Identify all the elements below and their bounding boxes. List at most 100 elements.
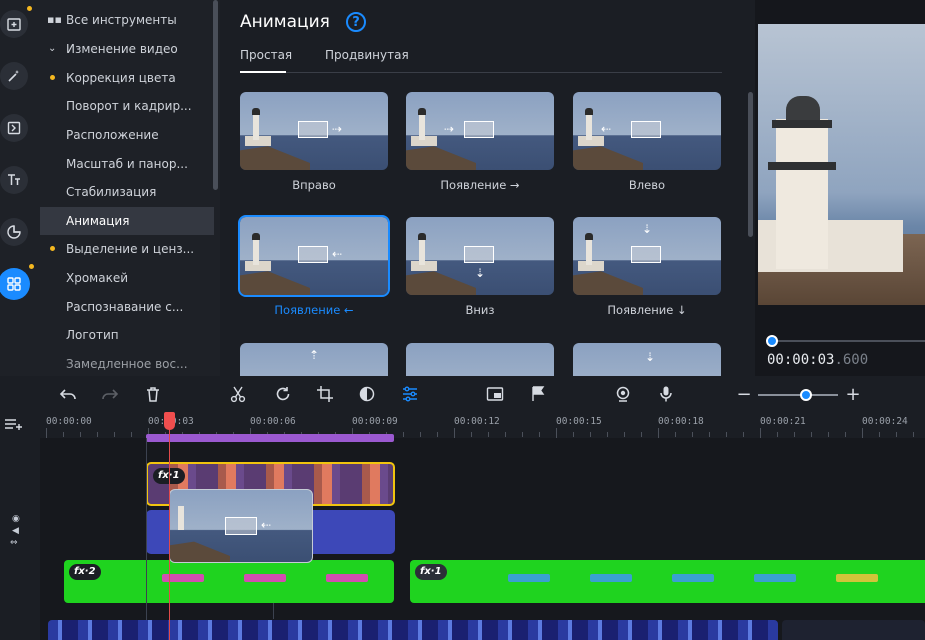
animation-tile-appear-left[interactable]: ⇠ [238, 215, 390, 297]
animation-tile[interactable] [406, 343, 554, 376]
ruler-tick [760, 428, 761, 438]
more-tools-icon[interactable] [0, 268, 30, 300]
fx-badge[interactable]: fx·1 [415, 564, 447, 580]
zoom-slider-handle[interactable] [800, 389, 812, 401]
playhead-line[interactable] [169, 412, 170, 640]
ruler-tick-label: 00:00:21 [760, 416, 806, 427]
scrubber-handle[interactable] [766, 335, 778, 347]
fx-badge[interactable]: fx·2 [69, 564, 101, 580]
category-item[interactable]: ⌄ Изменение видео [40, 35, 214, 63]
webcam-record-icon[interactable] [613, 384, 633, 404]
ruler-tick [862, 428, 863, 438]
text-icon[interactable] [0, 166, 28, 194]
animation-keyframe-span[interactable] [672, 574, 714, 582]
green-clip[interactable]: fx·2 [64, 560, 394, 603]
category-item[interactable]: Масштаб и панор... [40, 150, 214, 178]
category-item[interactable]: Логотип [40, 321, 214, 349]
title-track-clip[interactable] [146, 434, 394, 442]
category-scrollbar[interactable] [213, 0, 218, 190]
animation-tile[interactable]: ⇡ [240, 343, 388, 376]
animation-keyframe-span[interactable] [836, 574, 878, 582]
tile-label: Вниз [465, 303, 495, 317]
tile-label: Появление ↓ [607, 303, 687, 317]
category-item[interactable]: Поворот и кадрир... [40, 92, 214, 120]
preview-scrubber[interactable] [769, 340, 925, 342]
tab-simple[interactable]: Простая [240, 48, 292, 62]
ruler-tick [641, 432, 642, 437]
new-dot [50, 246, 55, 251]
ruler-tick [794, 432, 795, 437]
ruler-tick [709, 432, 710, 437]
undo-icon[interactable] [58, 384, 78, 404]
track-audio-icon[interactable]: ◀ [12, 526, 19, 536]
color-adjust-icon[interactable] [357, 384, 377, 404]
ruler-tick [471, 432, 472, 437]
track-link-icon[interactable]: ⇔ [10, 538, 18, 548]
marker-flag-icon[interactable] [528, 384, 548, 404]
animation-tile-down[interactable]: ⇣ [406, 217, 554, 295]
animation-tile-appear-right[interactable]: ⇢ [406, 92, 554, 170]
tab-divider [240, 72, 722, 73]
category-item[interactable]: ▪▪ Все инструменты [40, 6, 214, 34]
transitions-icon[interactable] [0, 114, 28, 142]
dragged-animation-preview[interactable]: ⇠ [169, 489, 313, 563]
ruler-tick [556, 428, 557, 438]
help-icon[interactable]: ? [346, 12, 366, 32]
stickers-icon[interactable] [0, 218, 28, 246]
animation-keyframe-span[interactable] [326, 574, 368, 582]
zoom-in-button[interactable]: + [843, 384, 863, 405]
ruler-tick [811, 432, 812, 437]
category-item[interactable]: Стабилизация [40, 178, 214, 206]
ruler-tick [607, 432, 608, 437]
zoom-slider[interactable] [758, 394, 838, 396]
category-item[interactable]: Распознавание с... [40, 293, 214, 321]
video-preview: 00:00:03.600 [755, 0, 925, 376]
category-item[interactable]: Коррекция цвета [40, 64, 214, 92]
category-item[interactable]: Замедленное вос... [40, 350, 214, 376]
background-video-clip[interactable] [782, 620, 925, 640]
category-item[interactable]: Расположение [40, 121, 214, 149]
new-dot [50, 75, 55, 80]
redo-icon[interactable] [100, 384, 120, 404]
add-media-icon[interactable] [0, 10, 28, 38]
category-item[interactable]: Выделение и ценз... [40, 235, 214, 263]
animation-keyframe-span[interactable] [244, 574, 286, 582]
animation-tile-left[interactable]: ⇠ [573, 92, 721, 170]
animation-keyframe-span[interactable] [508, 574, 550, 582]
scissors-icon[interactable] [228, 384, 248, 404]
arrow-left-icon: ⇠ [332, 247, 343, 261]
ruler-tick [131, 432, 132, 437]
tab-advanced[interactable]: Продвинутая [325, 48, 409, 62]
animation-keyframe-span[interactable] [590, 574, 632, 582]
ruler-tick [505, 432, 506, 437]
zoom-out-button[interactable]: − [734, 384, 754, 405]
microphone-icon[interactable] [656, 384, 676, 404]
trash-icon[interactable] [143, 384, 163, 404]
category-item-animation[interactable]: Анимация [40, 207, 214, 235]
animation-tile-appear-down[interactable]: ⇣ [573, 217, 721, 295]
rotate-icon[interactable] [273, 384, 293, 404]
ruler-tick [63, 432, 64, 437]
clip-properties-icon[interactable] [400, 384, 420, 404]
animation-tile-right[interactable]: ⇢ [240, 92, 388, 170]
timeline[interactable]: 00:00:00 00:00:03 00:00:06 00:00:09 00:0… [40, 412, 925, 640]
green-clip[interactable]: fx·1 [410, 560, 925, 603]
tile-label: Вправо [292, 178, 336, 192]
notification-dot [29, 264, 34, 269]
background-video-clip[interactable] [48, 620, 778, 640]
animation-tile[interactable]: ⇣ [573, 343, 721, 376]
pip-icon[interactable] [485, 384, 505, 404]
category-item[interactable]: Хромакей [40, 264, 214, 292]
panel-scrollbar[interactable] [748, 92, 753, 237]
ruler-tick-label: 00:00:09 [352, 416, 398, 427]
playhead-handle[interactable] [164, 412, 175, 430]
track-visibility-icon[interactable]: ◉ [12, 514, 20, 524]
crop-icon[interactable] [315, 384, 335, 404]
animation-keyframe-span[interactable] [754, 574, 796, 582]
add-track-icon[interactable] [4, 416, 24, 430]
magic-wand-icon[interactable] [0, 62, 28, 90]
ruler-tick-label: 00:00:15 [556, 416, 602, 427]
arrow-down-icon: ⇣ [475, 266, 486, 280]
chevron-down-icon: ⌄ [48, 43, 57, 54]
ruler-tick [403, 432, 404, 437]
